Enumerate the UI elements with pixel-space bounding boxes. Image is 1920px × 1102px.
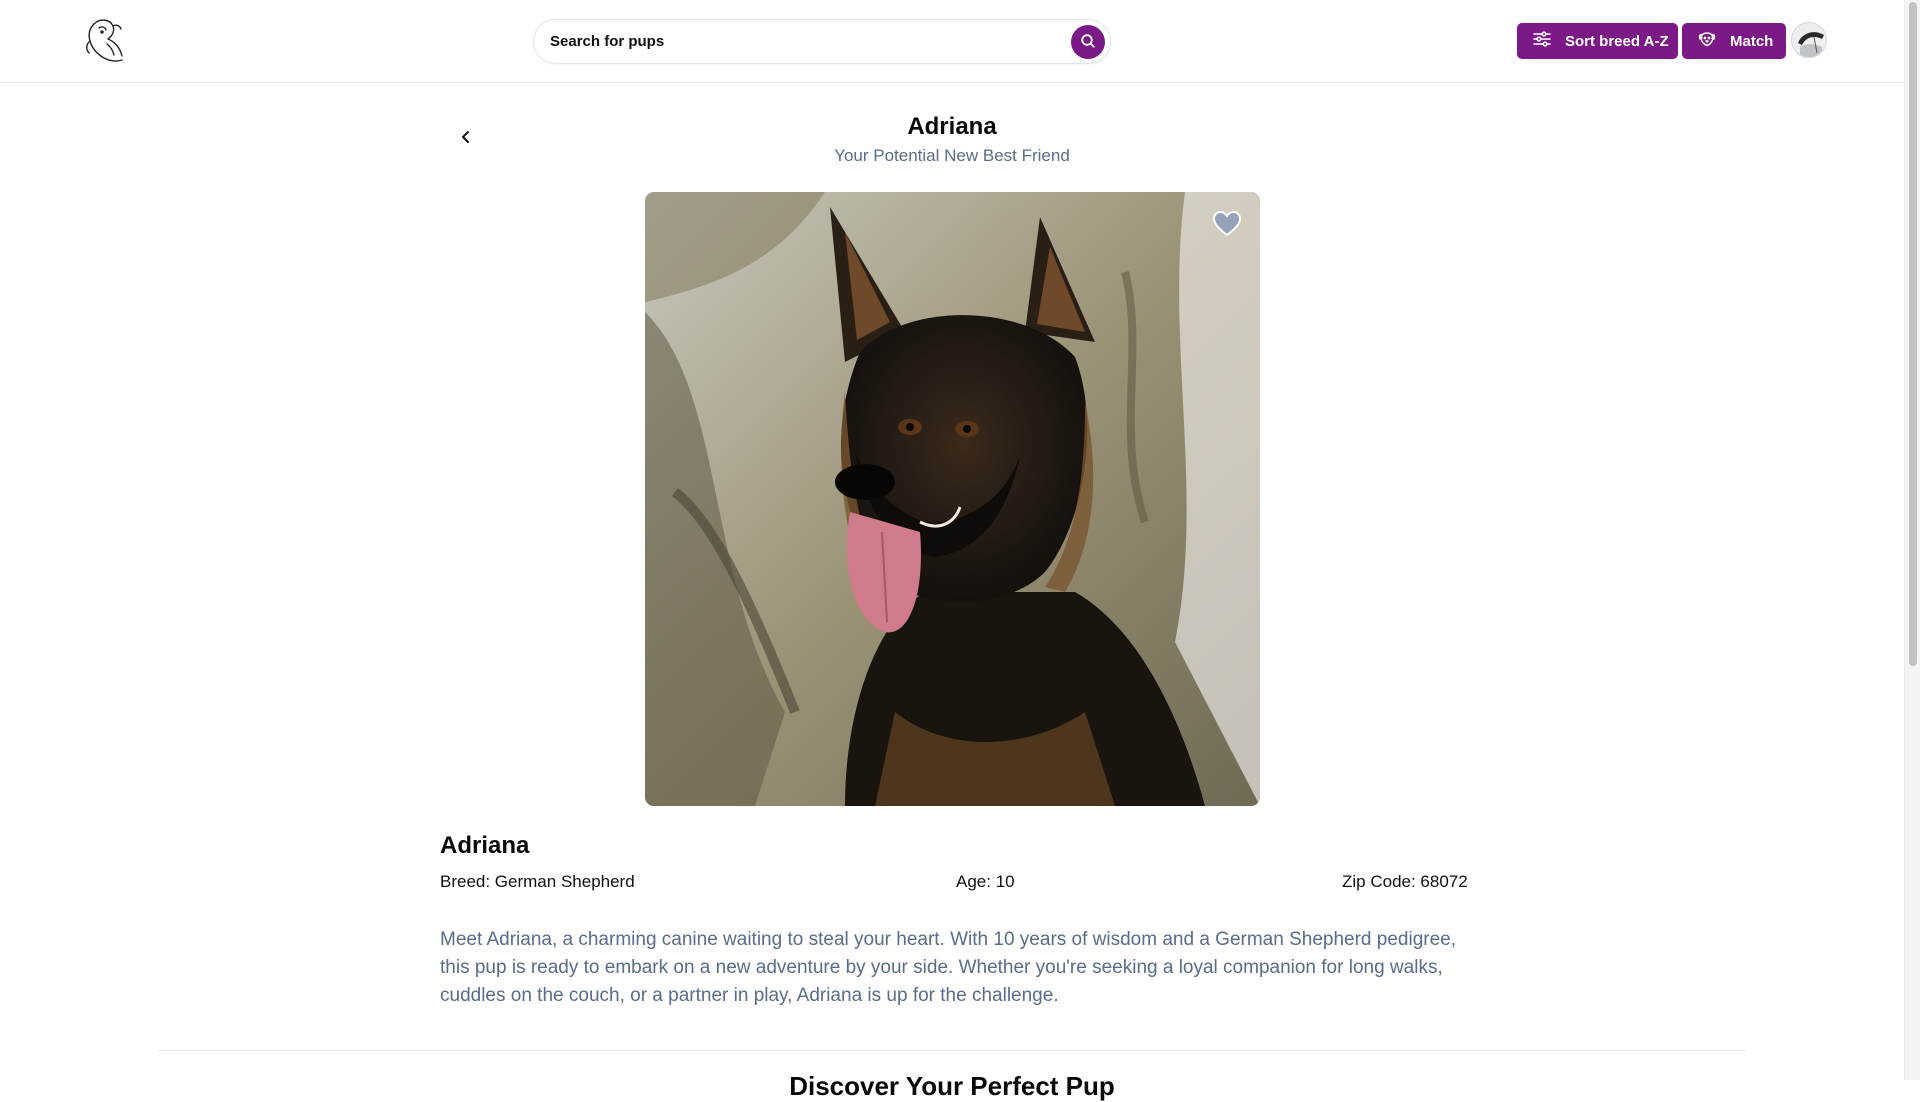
dog-face-icon [1698,30,1730,52]
search-button[interactable] [1071,25,1105,59]
search-icon [1080,33,1096,52]
dog-description: Meet Adriana, a charming canine waiting … [440,929,1456,1006]
favorite-button[interactable] [1212,210,1242,237]
search-input[interactable] [550,20,1050,63]
page-subtitle: Your Potential New Best Friend [834,146,1070,165]
scrollbar-thumb[interactable] [1909,2,1917,666]
sliders-icon [1533,31,1565,51]
dog-breed: Breed: German Shepherd [440,872,635,891]
heart-icon [1212,210,1242,241]
section-divider [159,1050,1745,1051]
match-button[interactable]: Match [1682,23,1786,59]
dog-age: Age: 10 [956,872,1015,891]
page-scrollbar[interactable] [1904,0,1920,1080]
search-bar [533,19,1111,64]
top-navbar: Sort breed A-Z Match [0,0,1904,83]
dog-photo [645,192,1260,806]
avatar[interactable] [1791,22,1827,58]
dog-zip-code: Zip Code: 68072 [1342,872,1468,891]
match-label: Match [1730,32,1774,50]
dog-name: Adriana [440,832,530,859]
discover-heading: Discover Your Perfect Pup [789,1071,1115,1101]
sort-breed-button[interactable]: Sort breed A-Z [1517,23,1678,59]
sort-breed-label: Sort breed A-Z [1565,32,1669,50]
page-title: Adriana [907,113,997,140]
dog-logo-icon[interactable] [80,14,130,66]
